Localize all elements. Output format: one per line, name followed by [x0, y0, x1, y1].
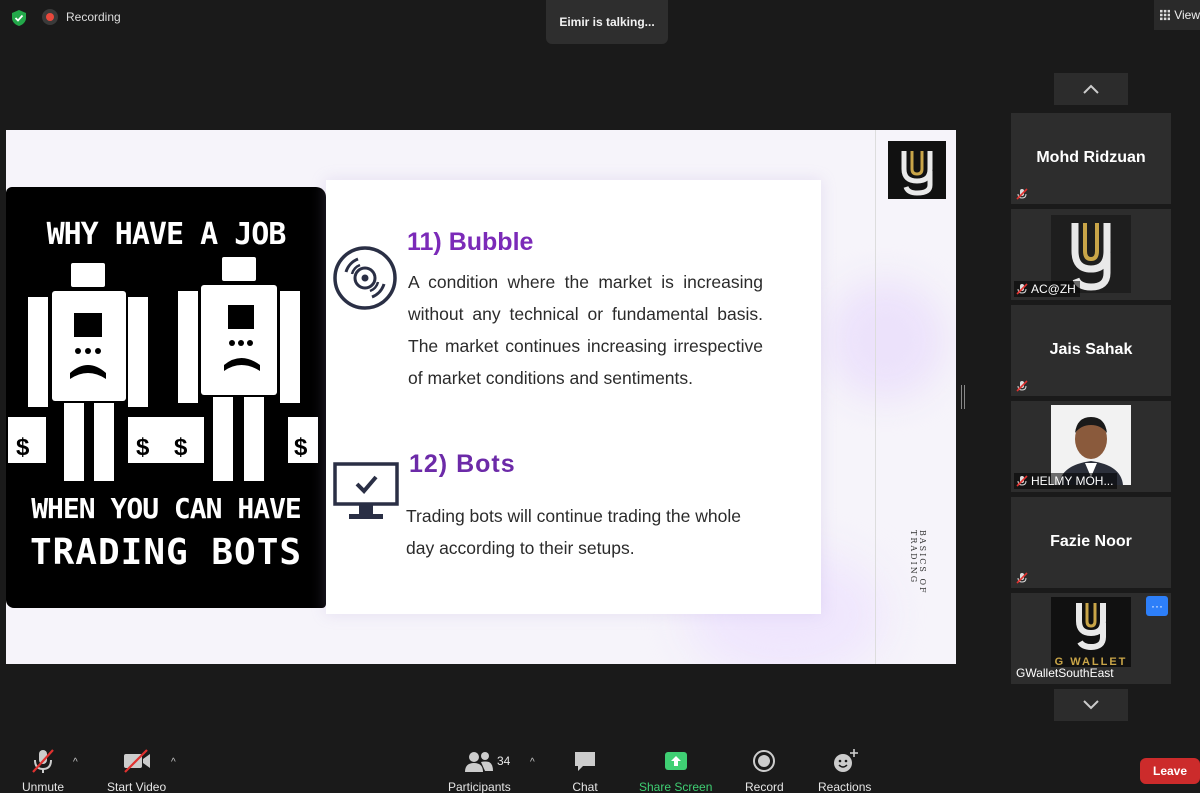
mic-muted-icon: [1016, 380, 1028, 392]
bubble-heading: 11) Bubble: [407, 228, 534, 256]
more-options-button[interactable]: ···: [1146, 596, 1168, 616]
mic-muted-icon: [1016, 188, 1028, 200]
share-screen-button[interactable]: Share Screen: [639, 748, 712, 793]
gwallet-logo: [1076, 603, 1106, 651]
scroll-up-button[interactable]: [1054, 73, 1128, 105]
scroll-down-button[interactable]: [1054, 689, 1128, 721]
disc-icon: [333, 246, 397, 310]
participant-status: [1014, 571, 1032, 585]
participants-count: 34: [497, 754, 511, 768]
grid-icon: [1160, 9, 1171, 21]
chat-button[interactable]: Chat: [572, 748, 598, 793]
video-options-caret[interactable]: ^: [171, 757, 176, 768]
participant-tile[interactable]: Jais Sahak: [1011, 305, 1171, 396]
mic-muted-icon: [32, 749, 54, 773]
slide-divider-line: [875, 130, 876, 664]
participant-tile[interactable]: Fazie Noor: [1011, 497, 1171, 588]
mic-muted-icon: [1016, 475, 1028, 487]
participant-status: HELMY MOH...: [1014, 473, 1118, 489]
recording-indicator[interactable]: Recording: [42, 9, 121, 25]
record-button[interactable]: Record: [745, 748, 784, 793]
bots-heading: 12) Bots: [409, 450, 516, 478]
participant-tile[interactable]: Mohd Ridzuan: [1011, 113, 1171, 204]
panel-resize-handle[interactable]: [961, 385, 965, 409]
chat-label: Chat: [572, 780, 598, 793]
monitor-check-icon: [333, 462, 399, 519]
participant-status: GWalletSouthEast: [1014, 665, 1118, 681]
participant-name: HELMY MOH...: [1031, 474, 1114, 488]
bots-description: Trading bots will continue trading the w…: [406, 506, 741, 558]
smiley-plus-icon: [833, 749, 858, 772]
participant-name: Fazie Noor: [1050, 533, 1132, 550]
security-shield-icon[interactable]: [10, 9, 28, 27]
chevron-up-icon: [1083, 84, 1099, 94]
bubble-description: A condition where the market is increasi…: [408, 272, 763, 388]
recording-dot-icon: [42, 9, 58, 25]
mic-muted-icon: [1016, 572, 1028, 584]
mic-muted-icon: [1016, 283, 1028, 295]
start-video-label: Start Video: [107, 780, 167, 793]
share-screen-icon: [664, 752, 687, 770]
participant-status: [1014, 187, 1032, 201]
gwallet-video-feed: G WALLET: [1051, 597, 1131, 668]
poster-line-2: WHEN YOU CAN HAVE: [31, 492, 302, 525]
trading-bots-poster: WHY HAVE A JOB $ $ $ $ WHEN YOU CAN HAVE…: [6, 187, 326, 608]
robots-illustration: $ $ $ $: [8, 257, 318, 481]
participant-tile[interactable]: AC@ZH: [1011, 209, 1171, 300]
start-video-button[interactable]: Start Video: [107, 748, 166, 793]
participant-name: GWalletSouthEast: [1016, 666, 1114, 680]
participants-icon: [465, 752, 494, 772]
leave-button[interactable]: Leave: [1140, 758, 1200, 784]
participant-name: Jais Sahak: [1049, 341, 1133, 358]
participant-tile[interactable]: HELMY MOH...: [1011, 401, 1171, 492]
share-screen-label: Share Screen: [639, 780, 713, 793]
slide-decor-blob: [826, 280, 946, 400]
definitions-card: 11) Bubble A condition where the market …: [326, 180, 821, 614]
reactions-label: Reactions: [818, 780, 872, 793]
participants-label: Participants: [448, 780, 511, 793]
participants-options-caret[interactable]: ^: [530, 757, 535, 768]
view-button[interactable]: View: [1154, 0, 1200, 30]
participant-status: AC@ZH: [1014, 281, 1080, 297]
talking-label: Eimir is talking...: [559, 15, 655, 29]
chat-bubble-icon: [575, 752, 595, 771]
svg-text:$: $: [294, 434, 308, 461]
video-off-icon: [123, 749, 150, 773]
poster-line-1: WHY HAVE A JOB: [46, 217, 287, 252]
participant-name: AC@ZH: [1031, 282, 1076, 296]
active-speaker-banner: Eimir is talking...: [546, 0, 668, 44]
shared-screen-slide: WHY HAVE A JOB $ $ $ $ WHEN YOU CAN HAVE…: [6, 130, 956, 664]
record-icon: [753, 750, 776, 772]
record-label: Record: [745, 780, 784, 793]
zoom-meeting-window: Recording Eimir is talking... View WHY H…: [0, 0, 1200, 793]
recording-label: Recording: [66, 10, 121, 24]
view-label: View: [1174, 8, 1200, 22]
audio-options-caret[interactable]: ^: [73, 757, 78, 768]
reactions-button[interactable]: Reactions: [818, 748, 871, 793]
svg-text:$: $: [136, 434, 150, 461]
unmute-button[interactable]: Unmute: [22, 748, 64, 793]
unmute-label: Unmute: [22, 780, 65, 793]
participant-status: [1014, 379, 1032, 393]
gwallet-logo: [888, 141, 946, 199]
participant-name: Mohd Ridzuan: [1036, 149, 1146, 166]
chevron-down-icon: [1083, 700, 1099, 710]
svg-text:$: $: [174, 434, 188, 461]
basics-of-trading-caption: BASICS OF TRADING: [909, 530, 927, 595]
poster-line-3: TRADING BOTS: [29, 532, 303, 573]
svg-text:$: $: [16, 434, 30, 461]
